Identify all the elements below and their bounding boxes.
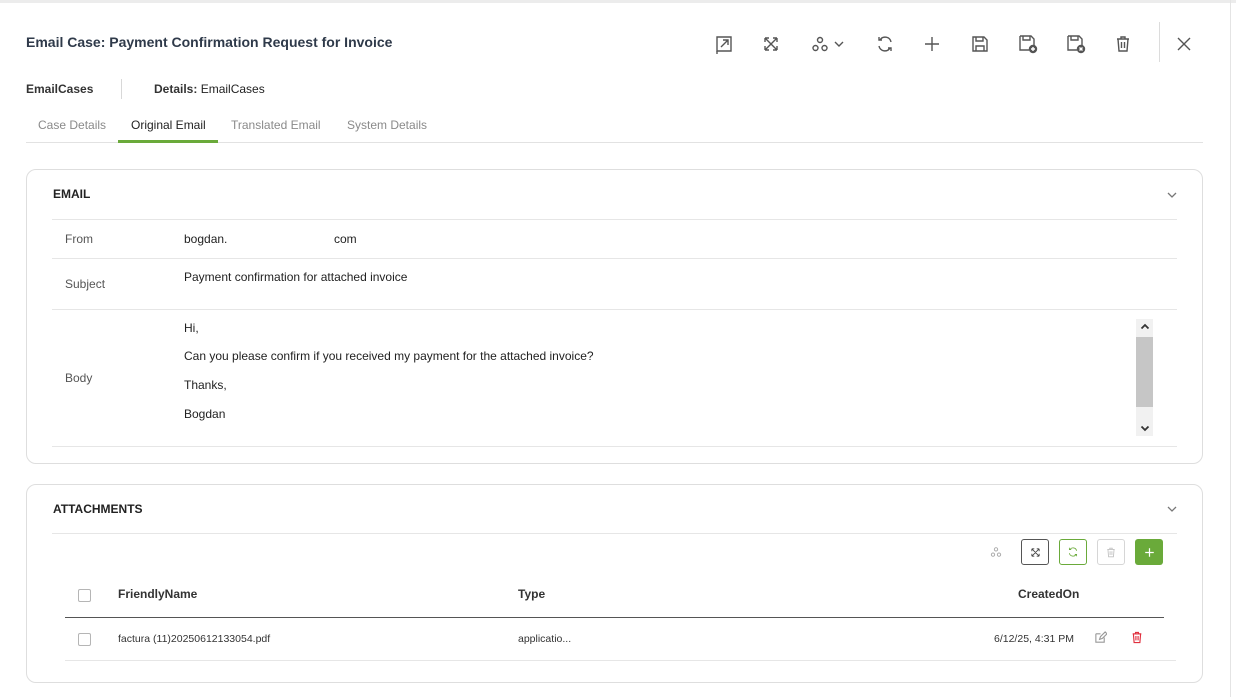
open-in-new-icon <box>716 36 732 54</box>
tab-bar: Case Details Original Email Translated E… <box>26 110 1203 143</box>
breadcrumb-emailcases[interactable]: EmailCases <box>26 82 93 96</box>
body-label: Body <box>65 371 93 385</box>
breadcrumb-details[interactable]: Details: EmailCases <box>154 82 265 96</box>
workflow-icon <box>990 547 1002 557</box>
from-value-end: com <box>334 232 357 246</box>
table-header-divider <box>65 617 1164 618</box>
toolbar-divider <box>1159 22 1160 62</box>
tab-system-details[interactable]: System Details <box>347 118 427 132</box>
save-icon <box>972 36 988 52</box>
breadcrumb-details-label: Details: <box>154 82 198 96</box>
row-checkbox[interactable] <box>78 633 91 646</box>
column-header-createdon[interactable]: CreatedOn <box>1018 587 1079 601</box>
fullscreen-icon <box>764 37 778 51</box>
refresh-icon <box>1068 547 1078 557</box>
from-value-start: bogdan. <box>184 232 228 246</box>
row-edit-button[interactable] <box>1094 631 1108 645</box>
add-icon <box>1144 547 1154 557</box>
chevron-down-icon <box>834 41 844 47</box>
refresh-button[interactable] <box>871 30 899 58</box>
divider <box>52 446 1177 447</box>
divider <box>52 533 1177 534</box>
workflow-icon <box>812 36 828 52</box>
close-button[interactable] <box>1170 30 1198 58</box>
cell-friendlyname[interactable]: factura (11)20250612133054.pdf <box>118 633 270 645</box>
page-title: Email Case: Payment Confirmation Request… <box>26 34 393 50</box>
refresh-icon <box>878 36 892 52</box>
attachments-add-button[interactable] <box>1135 539 1163 565</box>
open-in-new-button[interactable] <box>710 30 738 58</box>
active-tab-indicator <box>118 140 218 143</box>
body-scrollbar[interactable] <box>1136 319 1153 436</box>
body-line: Can you please confirm if you received m… <box>184 349 594 363</box>
from-label: From <box>65 232 93 246</box>
attachments-collapse-toggle[interactable] <box>1166 502 1178 514</box>
email-section-title: EMAIL <box>53 187 91 201</box>
tab-case-details[interactable]: Case Details <box>38 118 106 132</box>
delete-icon <box>1132 631 1142 644</box>
email-collapse-toggle[interactable] <box>1166 188 1178 200</box>
scroll-up-button[interactable] <box>1136 319 1153 335</box>
save-button[interactable] <box>966 30 994 58</box>
divider <box>52 219 1177 220</box>
cell-createdon: 6/12/25, 4:31 PM <box>994 633 1074 645</box>
right-border <box>1230 0 1231 697</box>
row-delete-button[interactable] <box>1131 631 1145 645</box>
chevron-down-icon <box>1140 425 1149 432</box>
tab-original-email[interactable]: Original Email <box>131 118 206 132</box>
scroll-thumb[interactable] <box>1136 337 1153 407</box>
attachments-section-title: ATTACHMENTS <box>53 502 143 516</box>
body-line: Hi, <box>184 321 199 335</box>
divider <box>52 309 1177 310</box>
attachments-fullscreen-button[interactable] <box>1021 539 1049 565</box>
chevron-down-icon <box>1167 192 1177 198</box>
attachments-workflow-button[interactable] <box>982 539 1010 565</box>
body-line: Bogdan <box>184 407 226 421</box>
save-close-icon <box>1067 35 1086 54</box>
edit-icon <box>1095 631 1108 643</box>
attachments-refresh-button[interactable] <box>1059 539 1087 565</box>
delete-icon <box>1107 547 1115 557</box>
top-border <box>0 0 1236 3</box>
breadcrumb-details-value: EmailCases <box>200 82 265 96</box>
scroll-down-button[interactable] <box>1136 420 1153 436</box>
column-header-friendlyname[interactable]: FriendlyName <box>118 587 197 601</box>
tab-translated-email[interactable]: Translated Email <box>231 118 321 132</box>
body-line: Thanks, <box>184 378 227 392</box>
fullscreen-icon <box>1030 547 1040 557</box>
attachments-delete-button[interactable] <box>1097 539 1125 565</box>
chevron-up-icon <box>1140 323 1149 330</box>
save-new-icon <box>1019 35 1038 54</box>
subject-value: Payment confirmation for attached invoic… <box>184 270 408 284</box>
cell-type: applicatio... <box>518 633 572 645</box>
save-new-button[interactable] <box>1014 30 1042 58</box>
attachments-panel: ATTACHMENTS <box>26 484 1203 683</box>
save-close-button[interactable] <box>1062 30 1090 58</box>
add-icon <box>925 37 939 51</box>
close-icon <box>1177 37 1191 51</box>
fullscreen-button[interactable] <box>757 30 785 58</box>
subject-label: Subject <box>65 277 106 291</box>
select-all-checkbox[interactable] <box>78 589 91 602</box>
workflow-dropdown-button[interactable] <box>806 30 850 58</box>
column-header-type[interactable]: Type <box>518 587 545 601</box>
divider <box>52 258 1177 259</box>
chevron-down-icon <box>1167 506 1177 512</box>
delete-button[interactable] <box>1109 30 1137 58</box>
divider <box>65 660 1176 661</box>
delete-icon <box>1117 36 1129 52</box>
add-button[interactable] <box>918 30 946 58</box>
breadcrumb-divider <box>121 79 122 99</box>
